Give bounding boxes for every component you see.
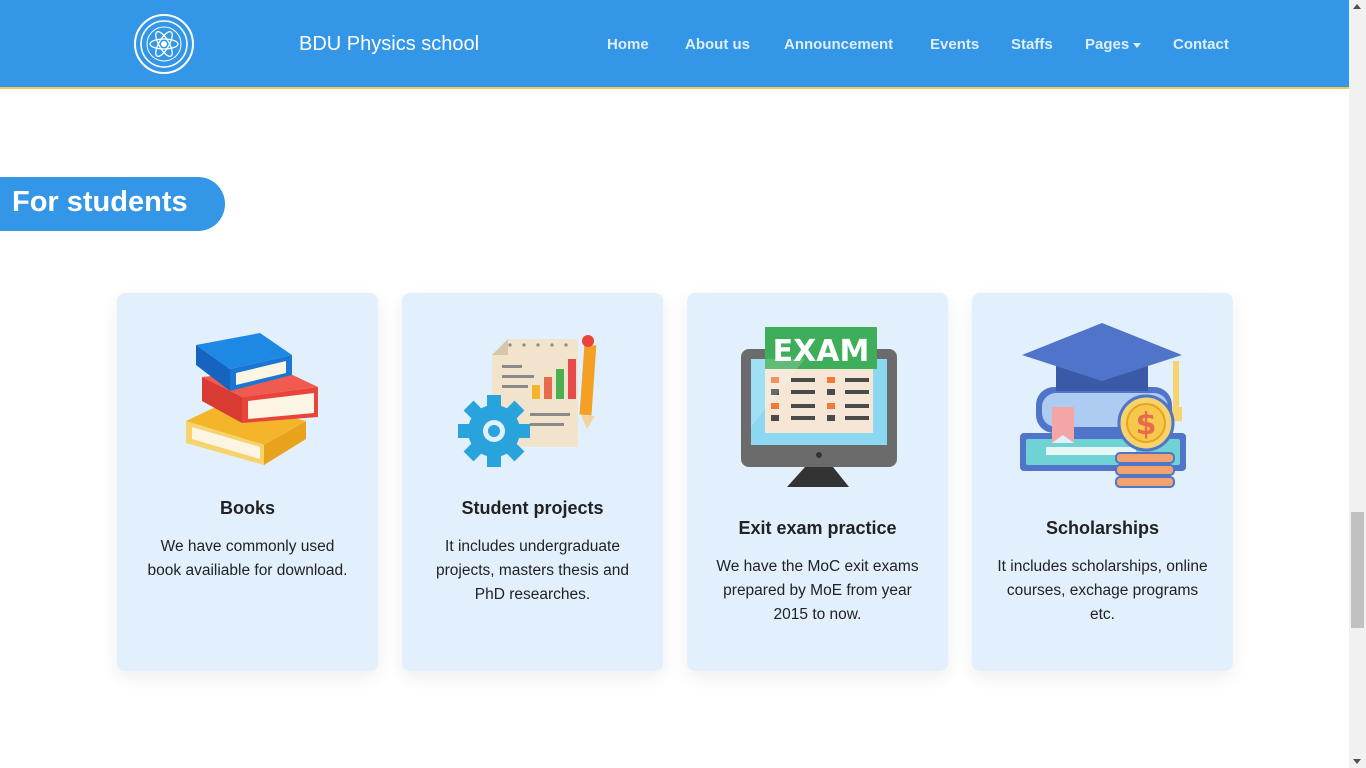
nav-pages-label: Pages	[1085, 36, 1130, 53]
card-scholarships[interactable]: $ Scholarships It includes scholarships,…	[972, 293, 1233, 671]
card-description: We have commonly used book availiable fo…	[147, 538, 348, 579]
nav-announcement[interactable]: Announcement	[784, 36, 893, 53]
card-title: Student projects	[461, 498, 604, 518]
page: BDU Physics school Home About us Announc…	[0, 0, 1366, 768]
card-title: Scholarships	[1045, 518, 1160, 538]
card-title: Exit exam practice	[738, 518, 897, 538]
nav-contact[interactable]: Contact	[1173, 36, 1229, 53]
section-title: For students	[12, 186, 188, 218]
scrollbar-thumb[interactable]	[1351, 512, 1364, 628]
card-student-projects[interactable]: Student projects It includes undergradua…	[402, 293, 663, 671]
exam-monitor-icon: EXAM	[735, 327, 901, 491]
card-description: We have the MoC exit exams prepared by M…	[716, 558, 919, 623]
card-title: Books	[219, 498, 275, 518]
books-stack-icon	[168, 329, 328, 469]
section-heading: For students	[0, 177, 225, 231]
project-report-icon	[457, 329, 608, 469]
card-books[interactable]: Books We have commonly used book availia…	[117, 293, 378, 671]
nav-home[interactable]: Home	[607, 36, 649, 53]
caret-down-icon	[1133, 42, 1142, 48]
dollar-label: $	[1135, 407, 1156, 442]
navbar: BDU Physics school Home About us Announc…	[0, 0, 1349, 89]
nav-about-us[interactable]: About us	[685, 36, 750, 53]
scroll-up-icon[interactable]	[1353, 4, 1361, 9]
graduation-scholarship-icon: $	[1018, 321, 1188, 495]
nav-pages-dropdown[interactable]: Pages	[1085, 36, 1142, 53]
scrollbar[interactable]	[1349, 0, 1366, 768]
card-exit-exam-practice[interactable]: EXAM Exit exam practice We have the MoC …	[687, 293, 948, 671]
main-nav: Home About us Announcement Events Staffs…	[0, 36, 1349, 56]
scroll-down-icon[interactable]	[1353, 759, 1361, 764]
nav-events[interactable]: Events	[930, 36, 979, 53]
card-description: It includes scholarships, online courses…	[997, 558, 1208, 623]
nav-staffs[interactable]: Staffs	[1011, 36, 1053, 53]
card-description: It includes undergraduate projects, mast…	[436, 538, 629, 603]
